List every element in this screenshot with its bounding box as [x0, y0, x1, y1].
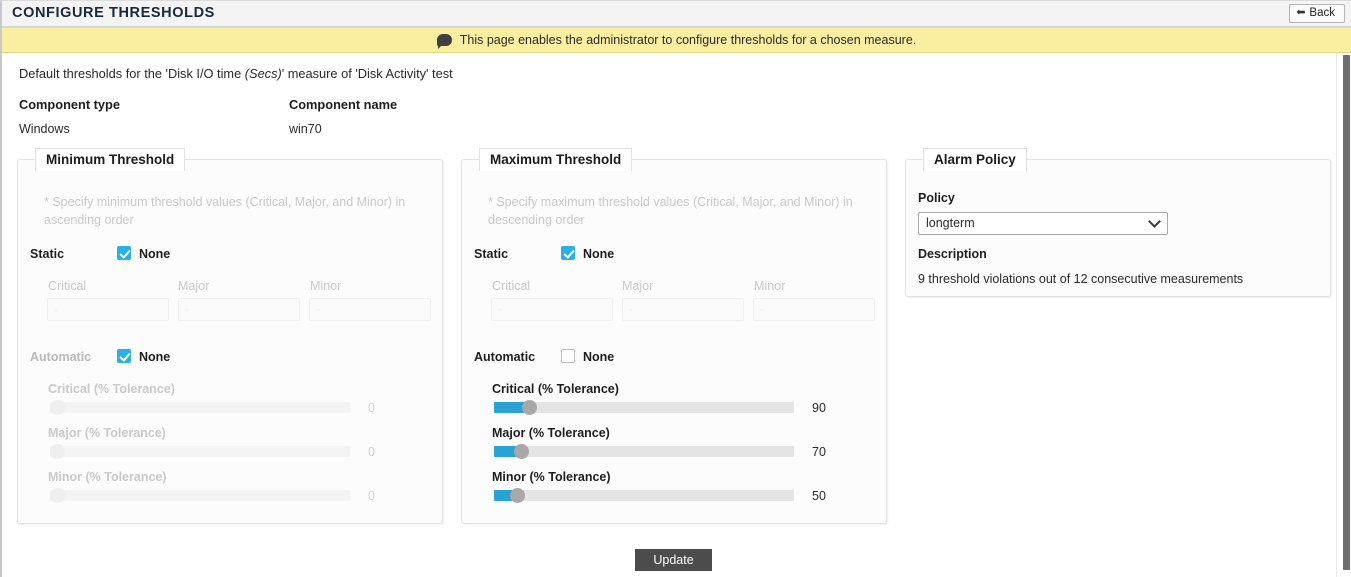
maximum-static-none-label: None [583, 247, 615, 261]
intro-suffix: ' measure of 'Disk Activity' test [281, 66, 453, 81]
alarm-policy-panel: Alarm Policy Policy longterm Description… [905, 148, 1331, 297]
minimum-static-label: Static [30, 247, 65, 261]
intro-text: Default thresholds for the 'Disk I/O tim… [19, 66, 453, 81]
maximum-minor-slider-label: Minor (% Tolerance) [492, 470, 611, 484]
update-button[interactable]: Update [635, 549, 712, 571]
back-button-label: Back [1309, 6, 1335, 19]
minimum-critical-slider-thumb[interactable] [50, 400, 65, 415]
minimum-major-input-placeholder: - [185, 302, 189, 316]
minimum-major-input[interactable]: - [178, 298, 300, 321]
minimum-automatic-label: Automatic [30, 350, 92, 364]
maximum-major-slider-track[interactable] [494, 444, 794, 459]
minimum-minor-field-label: Minor [310, 279, 342, 293]
maximum-major-input[interactable]: - [622, 298, 744, 321]
policy-select[interactable]: longterm [918, 212, 1168, 235]
maximum-threshold-legend: Maximum Threshold [479, 148, 633, 172]
page-title: CONFIGURE THRESHOLDS [12, 5, 215, 21]
minimum-minor-input-placeholder: - [316, 302, 320, 316]
minimum-critical-slider-track[interactable] [50, 400, 350, 415]
maximum-hint-text: * Specify maximum threshold values (Crit… [488, 195, 853, 228]
minimum-hint-text: * Specify minimum threshold values (Crit… [44, 195, 406, 228]
maximum-major-input-placeholder: - [629, 302, 633, 316]
minimum-threshold-panel: Minimum Threshold * Specify minimum thre… [17, 148, 443, 524]
minimum-minor-slider-value: 0 [368, 489, 375, 503]
back-button[interactable]: ⬅ Back [1289, 4, 1345, 23]
info-banner: This page enables the administrator to c… [2, 27, 1351, 53]
minimum-minor-slider-track[interactable] [50, 488, 350, 503]
minimum-automatic-none-label: None [139, 350, 171, 364]
maximum-critical-input-placeholder: - [498, 302, 502, 316]
maximum-automatic-none-checkbox[interactable] [561, 349, 575, 363]
description-label: Description [918, 247, 987, 261]
minimum-major-slider-thumb[interactable] [50, 444, 65, 459]
configure-thresholds-page: CONFIGURE THRESHOLDS ⬅ Back This page en… [0, 0, 1351, 577]
maximum-minor-field-label: Minor [754, 279, 786, 293]
back-arrow-icon: ⬅ [1296, 6, 1306, 19]
maximum-minor-slider-thumb[interactable] [510, 488, 525, 503]
maximum-critical-input[interactable]: - [491, 298, 613, 321]
maximum-minor-slider-track[interactable] [494, 488, 794, 503]
maximum-minor-slider-value: 50 [812, 489, 826, 503]
intro-prefix: Default thresholds for the 'Disk I/O tim… [19, 66, 245, 81]
component-name-value: win70 [289, 122, 322, 136]
minimum-critical-slider-label: Critical (% Tolerance) [48, 382, 175, 396]
maximum-threshold-panel: Maximum Threshold * Specify maximum thre… [461, 148, 887, 524]
maximum-critical-field-label: Critical [492, 279, 531, 293]
minimum-automatic-none-checkbox[interactable] [117, 349, 131, 363]
page-header: CONFIGURE THRESHOLDS ⬅ Back [2, 1, 1351, 27]
component-type-value: Windows [19, 122, 70, 136]
maximum-automatic-label: Automatic [474, 350, 536, 364]
minimum-static-none-checkbox[interactable] [117, 246, 131, 260]
maximum-critical-slider-track[interactable] [494, 400, 794, 415]
maximum-critical-slider-thumb[interactable] [522, 400, 537, 415]
minimum-critical-field-label: Critical [48, 279, 87, 293]
speech-bubble-icon [436, 34, 452, 49]
minimum-static-none-label: None [139, 247, 171, 261]
maximum-major-slider-value: 70 [812, 445, 826, 459]
policy-select-value: longterm [926, 216, 975, 230]
policy-label: Policy [918, 191, 955, 205]
maximum-minor-input[interactable]: - [753, 298, 875, 321]
minimum-critical-input[interactable]: - [47, 298, 169, 321]
minimum-critical-slider-value: 0 [368, 401, 375, 415]
minimum-major-slider-track[interactable] [50, 444, 350, 459]
minimum-major-field-label: Major [178, 279, 210, 293]
maximum-static-label: Static [474, 247, 509, 261]
minimum-threshold-legend: Minimum Threshold [35, 148, 186, 172]
vertical-scrollbar-thumb[interactable] [1343, 55, 1350, 570]
component-type-label: Component type [19, 97, 120, 112]
maximum-major-field-label: Major [622, 279, 654, 293]
maximum-major-slider-thumb[interactable] [514, 444, 529, 459]
alarm-policy-legend: Alarm Policy [923, 148, 1027, 172]
maximum-static-none-checkbox[interactable] [561, 246, 575, 260]
minimum-minor-slider-thumb[interactable] [50, 488, 65, 503]
maximum-critical-slider-value: 90 [812, 401, 826, 415]
component-name-label: Component name [289, 97, 398, 112]
minimum-minor-slider-label: Minor (% Tolerance) [48, 470, 167, 484]
minimum-minor-input[interactable]: - [309, 298, 431, 321]
maximum-critical-slider-label: Critical (% Tolerance) [492, 382, 619, 396]
chevron-down-icon [1148, 215, 1161, 228]
intro-emphasis: (Secs) [244, 66, 282, 81]
info-banner-text: This page enables the administrator to c… [459, 33, 917, 47]
description-value: 9 threshold violations out of 12 consecu… [918, 272, 1244, 286]
minimum-major-slider-value: 0 [368, 445, 375, 459]
maximum-minor-input-placeholder: - [760, 302, 764, 316]
minimum-critical-input-placeholder: - [54, 302, 58, 316]
maximum-automatic-none-label: None [583, 350, 615, 364]
minimum-major-slider-label: Major (% Tolerance) [48, 426, 166, 440]
maximum-major-slider-label: Major (% Tolerance) [492, 426, 610, 440]
